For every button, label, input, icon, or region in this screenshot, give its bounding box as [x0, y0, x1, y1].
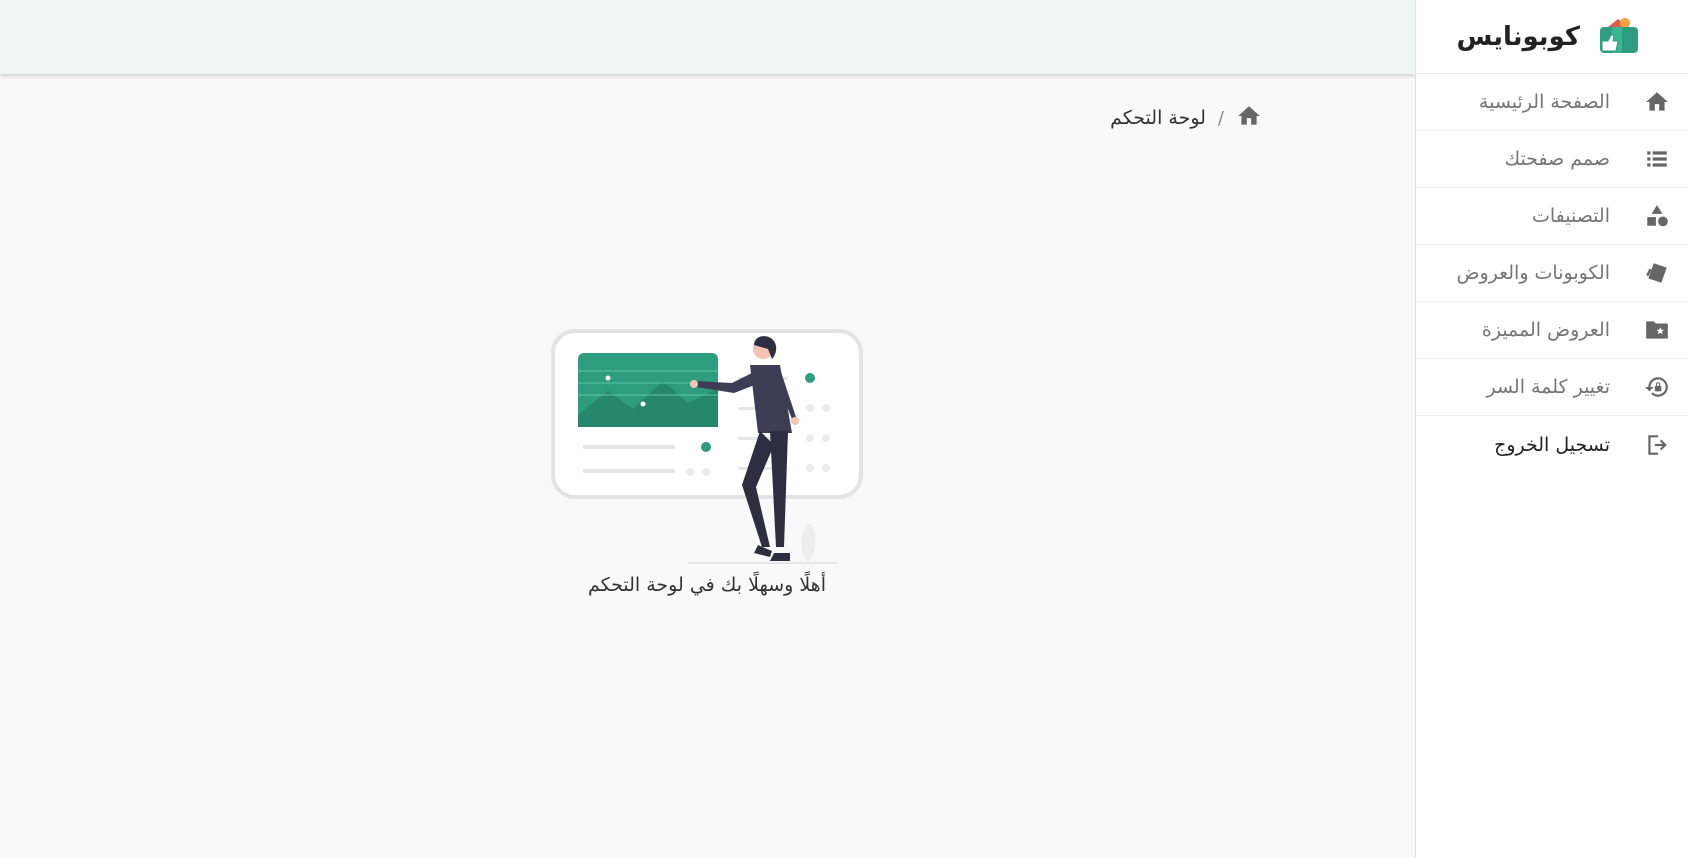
sidebar-item-label: العروض المميزة: [1481, 319, 1610, 341]
sidebar-item-label: التصنيفات: [1531, 205, 1610, 227]
sidebar-item-label: صمم صفحتك: [1504, 148, 1610, 170]
category-icon: [1644, 203, 1670, 229]
sidebar-item-categories[interactable]: التصنيفات: [1416, 188, 1688, 245]
sidebar-item-featured-offers[interactable]: العروض المميزة: [1416, 302, 1688, 359]
coupon-icon: [1644, 260, 1670, 286]
sidebar-item-home[interactable]: الصفحة الرئيسية: [1416, 74, 1688, 131]
sidebar-item-change-password[interactable]: تغيير كلمة السر: [1416, 359, 1688, 416]
breadcrumb: لوحة التحكم /: [1110, 103, 1262, 133]
sidebar-item-logout[interactable]: تسجيل الخروج: [1416, 416, 1688, 473]
welcome-message: أهلًا وسهلًا بك في لوحة التحكم: [588, 574, 826, 596]
logout-icon: [1644, 432, 1670, 458]
sidebar-item-label: تغيير كلمة السر: [1486, 376, 1611, 398]
brand-logo-icon: [1600, 17, 1638, 53]
sidebar-item-design-page[interactable]: صمم صفحتك: [1416, 131, 1688, 188]
lock-reset-icon: [1644, 374, 1670, 400]
dashboard-illustration: [551, 329, 863, 564]
breadcrumb-current: لوحة التحكم: [1110, 107, 1206, 129]
star-folder-icon: [1644, 317, 1670, 343]
sidebar-menu: الصفحة الرئيسية صمم صفحتك التصنيفات الكو…: [1416, 74, 1688, 473]
sidebar-item-coupons[interactable]: الكوبونات والعروض: [1416, 245, 1688, 302]
sidebar-item-label: الصفحة الرئيسية: [1478, 91, 1610, 113]
home-icon[interactable]: [1236, 103, 1262, 133]
list-icon: [1644, 146, 1670, 172]
top-bar: [0, 0, 1415, 74]
sidebar-item-label: الكوبونات والعروض: [1456, 262, 1610, 284]
sidebar-item-label: تسجيل الخروج: [1494, 433, 1610, 456]
breadcrumb-separator: /: [1217, 107, 1224, 129]
home-icon: [1644, 89, 1670, 115]
sidebar: كوبونايس الصفحة الرئيسية صمم صفحتك التصن…: [1415, 0, 1688, 858]
brand[interactable]: كوبونايس: [1416, 0, 1688, 74]
brand-name: كوبونايس: [1456, 21, 1580, 52]
